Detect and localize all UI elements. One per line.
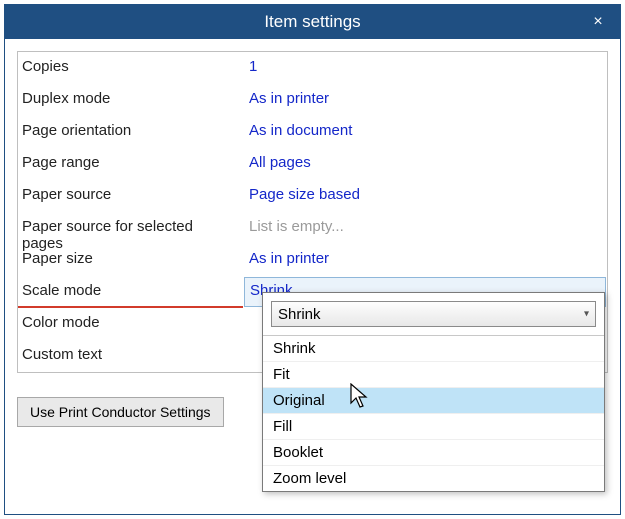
settings-row: Page rangeAll pages bbox=[18, 148, 607, 180]
scale-mode-options-list: ShrinkFitOriginalFillBookletZoom level bbox=[263, 335, 604, 491]
setting-label: Page orientation bbox=[18, 116, 243, 148]
scale-mode-option[interactable]: Zoom level bbox=[263, 466, 604, 491]
scale-mode-option[interactable]: Fit bbox=[263, 362, 604, 388]
scale-mode-combo-value: Shrink bbox=[278, 306, 321, 323]
scale-mode-option[interactable]: Booklet bbox=[263, 440, 604, 466]
setting-value[interactable]: 1 bbox=[243, 52, 607, 84]
close-button[interactable]: × bbox=[576, 5, 620, 39]
settings-row: Copies1 bbox=[18, 52, 607, 84]
settings-row: Paper sourcePage size based bbox=[18, 180, 607, 212]
close-icon: × bbox=[593, 13, 602, 31]
setting-label: Paper source for selected pages bbox=[18, 212, 243, 244]
settings-row: Paper sizeAs in printer bbox=[18, 244, 607, 276]
scale-mode-option[interactable]: Shrink bbox=[263, 336, 604, 362]
setting-label: Color mode bbox=[18, 308, 243, 340]
use-print-conductor-settings-button[interactable]: Use Print Conductor Settings bbox=[17, 397, 224, 427]
setting-label: Scale mode bbox=[18, 276, 243, 308]
chevron-down-icon: ▾ bbox=[584, 309, 589, 320]
setting-value[interactable]: As in document bbox=[243, 116, 607, 148]
scale-mode-combo[interactable]: Shrink ▾ bbox=[271, 301, 596, 327]
setting-value[interactable]: List is empty... bbox=[243, 212, 607, 244]
dialog-title: Item settings bbox=[264, 12, 360, 32]
setting-label: Paper size bbox=[18, 244, 243, 276]
setting-value[interactable]: As in printer bbox=[243, 84, 607, 116]
setting-value[interactable]: Page size based bbox=[243, 180, 607, 212]
titlebar: Item settings × bbox=[5, 5, 620, 39]
scale-mode-dropdown-popup: Shrink ▾ ShrinkFitOriginalFillBookletZoo… bbox=[262, 292, 605, 492]
settings-row: Paper source for selected pagesList is e… bbox=[18, 212, 607, 244]
setting-value[interactable]: All pages bbox=[243, 148, 607, 180]
setting-label: Page range bbox=[18, 148, 243, 180]
setting-label: Copies bbox=[18, 52, 243, 84]
settings-row: Duplex modeAs in printer bbox=[18, 84, 607, 116]
setting-label: Paper source bbox=[18, 180, 243, 212]
setting-label: Custom text bbox=[18, 340, 243, 372]
setting-label: Duplex mode bbox=[18, 84, 243, 116]
settings-row: Page orientationAs in document bbox=[18, 116, 607, 148]
scale-mode-option[interactable]: Original bbox=[263, 388, 604, 414]
scale-mode-option[interactable]: Fill bbox=[263, 414, 604, 440]
setting-value[interactable]: As in printer bbox=[243, 244, 607, 276]
